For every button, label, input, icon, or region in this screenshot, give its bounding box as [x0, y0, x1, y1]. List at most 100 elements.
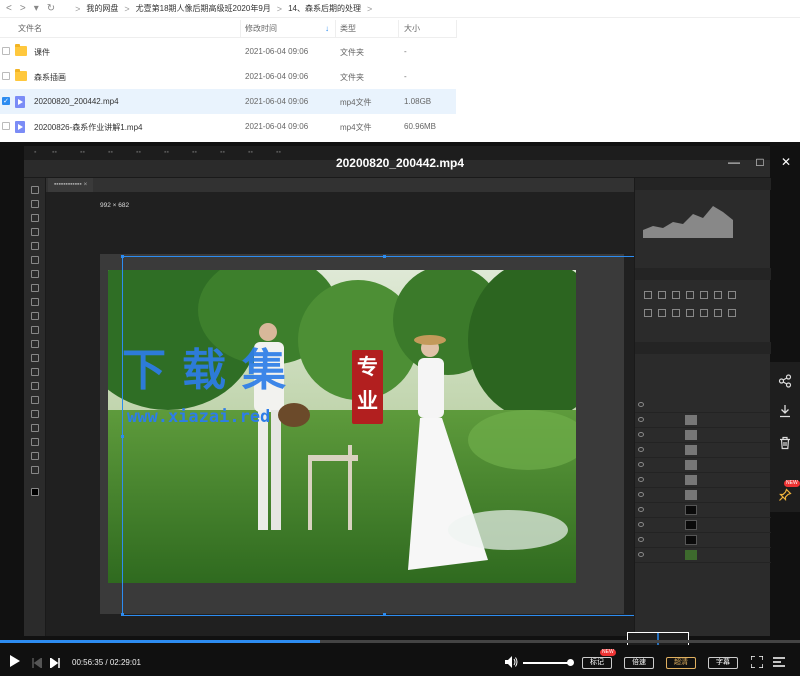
- column-divider: [335, 20, 336, 38]
- file-date: 2021-06-04 09:06: [245, 97, 309, 106]
- file-type: mp4文件: [340, 123, 372, 132]
- table-row-selected[interactable]: ✓ 20200820_200442.mp4 2021-06-04 09:06 m…: [0, 89, 456, 114]
- fullscreen-icon[interactable]: [750, 655, 764, 673]
- previous-icon[interactable]: [32, 655, 43, 673]
- column-header-date[interactable]: 修改时间: [245, 23, 277, 34]
- column-header-type[interactable]: 类型: [340, 23, 356, 34]
- pin-panel: NEW: [770, 476, 800, 512]
- refresh-icon[interactable]: ↻: [47, 3, 55, 14]
- row-checkbox-checked[interactable]: ✓: [2, 97, 10, 105]
- adjustments-grid: [641, 288, 751, 324]
- close-icon[interactable]: ✕: [780, 156, 792, 168]
- next-icon[interactable]: [49, 655, 60, 673]
- table-header: 文件名 修改时间 ↓ 类型 大小: [0, 20, 456, 38]
- ps-right-panel: [634, 178, 771, 636]
- folder-icon: [15, 44, 27, 56]
- transform-handle: [383, 613, 386, 616]
- bookmark-button[interactable]: 标记: [582, 657, 612, 669]
- canvas-dimensions-label: 992 × 682: [100, 202, 130, 209]
- table-row[interactable]: 课件 2021-06-04 09:06 文件夹 -: [0, 39, 456, 64]
- ps-layer: [635, 458, 771, 473]
- ps-layer: [635, 548, 771, 563]
- file-name[interactable]: 20200820_200442.mp4: [34, 97, 119, 106]
- file-type: mp4文件: [340, 98, 372, 107]
- subtitle-button[interactable]: 字幕: [708, 657, 738, 669]
- volume-knob[interactable]: [567, 659, 574, 666]
- table-row[interactable]: 20200826-森系作业讲解1.mp4 2021-06-04 09:06 mp…: [0, 114, 456, 139]
- download-icon[interactable]: [778, 404, 792, 418]
- breadcrumb: > 我的网盘 > 尤壹第18期人像后期高级班2020年9月 > 14、森系后期的…: [69, 3, 378, 14]
- toolbar: < > ▾ ↻ > 我的网盘 > 尤壹第18期人像后期高级班2020年9月 > …: [0, 0, 800, 18]
- row-checkbox[interactable]: [2, 122, 10, 130]
- file-name[interactable]: 森系插画: [34, 72, 66, 83]
- transform-handle: [121, 435, 124, 438]
- ps-doc-tab: ▪▪▪▪▪▪▪▪▪▪▪▪ ×: [48, 178, 94, 192]
- breadcrumb-item-course[interactable]: 尤壹第18期人像后期高级班2020年9月: [136, 3, 271, 14]
- time-display: 00:56:35 / 02:29:01: [72, 658, 141, 667]
- ps-toolbar: [24, 178, 46, 636]
- file-type: 文件夹: [340, 73, 364, 82]
- progress-fill: [0, 640, 320, 643]
- transform-handle: [383, 255, 386, 258]
- trash-icon[interactable]: [778, 436, 792, 450]
- ps-layer: [635, 533, 771, 548]
- progress-bar[interactable]: [0, 640, 800, 643]
- ps-layer: [635, 503, 771, 518]
- speed-button[interactable]: 倍速: [624, 657, 654, 669]
- watermark-seal: 专业: [352, 350, 383, 424]
- sort-arrow-icon[interactable]: ↓: [325, 24, 329, 33]
- playlist-icon[interactable]: [773, 655, 785, 673]
- window-controls: — □ ✕: [728, 156, 792, 168]
- file-name[interactable]: 20200826-森系作业讲解1.mp4: [34, 122, 143, 133]
- pin-icon[interactable]: [778, 488, 792, 502]
- breadcrumb-separator: >: [75, 3, 81, 14]
- time-separator: /: [105, 658, 108, 667]
- ps-layer: [635, 473, 771, 488]
- share-icon[interactable]: [778, 374, 792, 388]
- breadcrumb-separator: >: [366, 3, 373, 14]
- ps-panel-tabs: [635, 178, 771, 190]
- play-icon[interactable]: [10, 654, 20, 672]
- breadcrumb-separator: >: [276, 3, 283, 14]
- video-player[interactable]: ▪ ▪▪ ▪▪ ▪▪ ▪▪ ▪▪ ▪▪ ▪▪ ▪▪ ▪▪ ▪▪▪▪▪▪▪▪▪▪▪▪ ×: [0, 142, 800, 676]
- video-file-icon: [15, 121, 25, 133]
- file-size: -: [404, 47, 407, 56]
- ps-layer: [635, 428, 771, 443]
- file-name[interactable]: 课件: [34, 47, 50, 58]
- ps-doc-tabs: ▪▪▪▪▪▪▪▪▪▪▪▪ ×: [46, 178, 634, 192]
- file-date: 2021-06-04 09:06: [245, 122, 309, 131]
- transform-handle: [121, 613, 124, 616]
- breadcrumb-item-current[interactable]: 14、森系后期的处理: [288, 3, 361, 14]
- row-checkbox[interactable]: [2, 72, 10, 80]
- forward-icon[interactable]: >: [20, 3, 26, 14]
- column-header-name[interactable]: 文件名: [18, 23, 42, 34]
- ps-panel-tabs: [635, 342, 771, 354]
- minimize-icon[interactable]: —: [728, 156, 740, 168]
- column-divider: [240, 20, 241, 38]
- column-header-size[interactable]: 大小: [404, 23, 420, 34]
- folder-icon: [15, 69, 27, 81]
- video-file-icon: [15, 96, 25, 108]
- file-type: 文件夹: [340, 48, 364, 57]
- file-date: 2021-06-04 09:06: [245, 47, 309, 56]
- volume-slider[interactable]: [523, 662, 571, 664]
- table-row[interactable]: 森系插画 2021-06-04 09:06 文件夹 -: [0, 64, 456, 89]
- back-icon[interactable]: <: [6, 3, 12, 14]
- file-size: 1.08GB: [404, 97, 432, 106]
- volume-icon[interactable]: [505, 655, 518, 673]
- quality-button[interactable]: 超清: [666, 657, 696, 669]
- dropdown-icon[interactable]: ▾: [34, 3, 39, 14]
- current-time: 00:56:35: [72, 658, 104, 667]
- breadcrumb-item-root[interactable]: 我的网盘: [86, 3, 118, 14]
- watermark-url: www.xiazai.red: [127, 407, 271, 427]
- transform-handle: [121, 255, 124, 258]
- control-bar: 00:56:35 / 02:29:01 标记 NEW 倍速 超清 字幕: [0, 645, 800, 676]
- maximize-icon[interactable]: □: [754, 156, 766, 168]
- watermark-text: 下载集: [122, 345, 302, 396]
- nav-buttons: < > ▾ ↻: [0, 3, 55, 14]
- file-date: 2021-06-04 09:06: [245, 72, 309, 81]
- duration: 02:29:01: [109, 658, 141, 667]
- file-browser: < > ▾ ↻ > 我的网盘 > 尤壹第18期人像后期高级班2020年9月 > …: [0, 0, 800, 142]
- row-checkbox[interactable]: [2, 47, 10, 55]
- ps-layer: [635, 488, 771, 503]
